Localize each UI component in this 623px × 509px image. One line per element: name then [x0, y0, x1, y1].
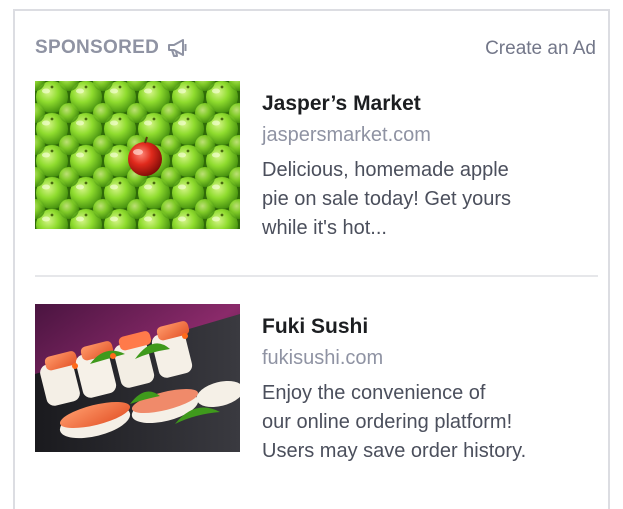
ad-description-line: Enjoy the convenience of [262, 382, 486, 404]
ad-title[interactable]: Fuki Sushi [262, 314, 598, 340]
ad-divider [35, 275, 598, 277]
apples-illustration [35, 81, 240, 229]
ad-description-line: Delicious, homemade apple [262, 159, 509, 181]
megaphone-icon [167, 38, 189, 58]
sushi-illustration [35, 304, 240, 452]
sponsored-panel: SPONSORED Create an Ad Jasper’s Market j… [13, 9, 610, 509]
ad-image-green-apples[interactable] [35, 81, 240, 229]
panel-header: SPONSORED Create an Ad [35, 37, 596, 61]
ad-description-line: while it's hot... [262, 217, 387, 239]
ad-url[interactable]: jaspersmarket.com [262, 122, 598, 148]
sponsored-heading: SPONSORED [35, 37, 189, 59]
ad-url[interactable]: fukisushi.com [262, 345, 598, 371]
sponsored-label: SPONSORED [35, 37, 160, 58]
ad-description: Enjoy the convenience of our online orde… [262, 379, 598, 466]
ad-item-fuki-sushi[interactable]: Fuki Sushi fukisushi.com Enjoy the conve… [35, 304, 598, 462]
ad-text-block: Jasper’s Market jaspersmarket.com Delici… [262, 81, 598, 243]
create-ad-link[interactable]: Create an Ad [485, 38, 596, 60]
ad-description-line: Users may save order history. [262, 440, 527, 462]
ad-description: Delicious, homemade apple pie on sale to… [262, 156, 598, 243]
ad-description-line: pie on sale today! Get yours [262, 188, 512, 210]
ad-title[interactable]: Jasper’s Market [262, 91, 598, 117]
ad-item-jaspers-market[interactable]: Jasper’s Market jaspersmarket.com Delici… [35, 81, 598, 239]
ad-image-sushi[interactable] [35, 304, 240, 452]
ad-description-line: our online ordering platform! [262, 411, 513, 433]
ad-text-block: Fuki Sushi fukisushi.com Enjoy the conve… [262, 304, 598, 466]
